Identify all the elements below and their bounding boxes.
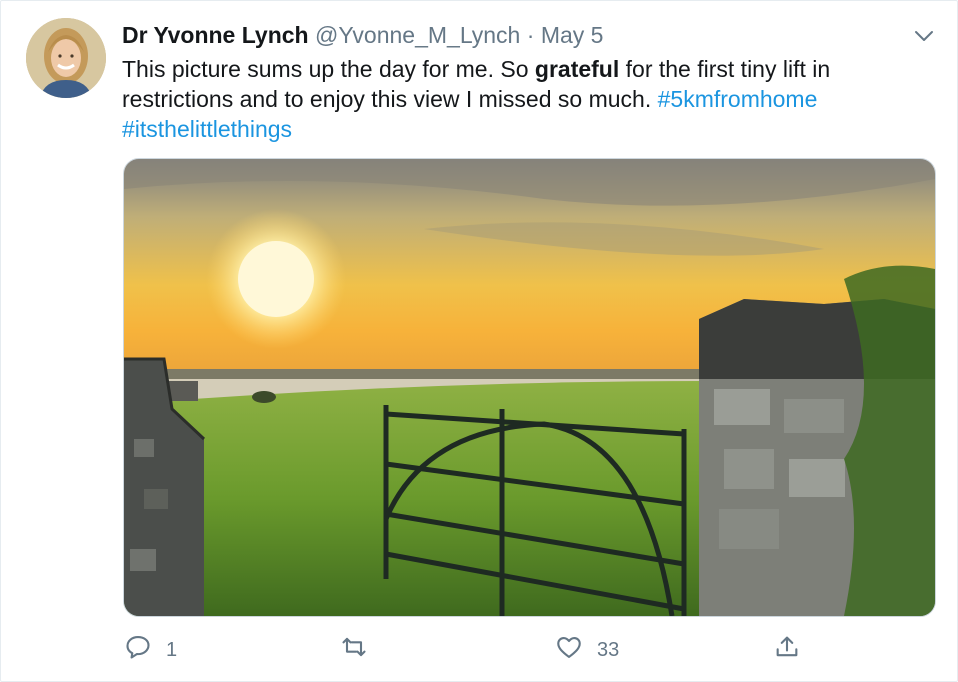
reply-button[interactable]: 1 (124, 630, 177, 670)
retweet-button[interactable] (340, 630, 382, 670)
avatar[interactable] (26, 18, 106, 98)
tweet-actions: 1 33 (0, 630, 958, 670)
heart-icon (555, 633, 583, 667)
tweet-text: This picture sums up the day for me. So … (122, 54, 932, 144)
tweet-date[interactable]: May 5 (541, 22, 604, 48)
tweet-header: Dr Yvonne Lynch @Yvonne_M_Lynch · May 5 (122, 20, 603, 50)
chevron-down-icon[interactable] (912, 24, 936, 48)
tweet-photo[interactable] (123, 158, 936, 617)
tweet-text-bold: grateful (534, 56, 620, 82)
hashtag-link[interactable]: #itsthelittlethings (122, 116, 292, 142)
author-name[interactable]: Dr Yvonne Lynch (122, 22, 309, 48)
like-count: 33 (597, 638, 620, 661)
share-button[interactable] (773, 630, 801, 670)
tweet-text-part: This picture sums up the day for me. So (122, 56, 535, 82)
reply-icon (124, 633, 152, 667)
retweet-icon (340, 633, 368, 667)
separator: · (526, 22, 535, 48)
share-icon (773, 633, 801, 667)
reply-count: 1 (166, 638, 178, 661)
hashtag-link[interactable]: #5kmfromhome (658, 86, 818, 112)
author-handle[interactable]: @Yvonne_M_Lynch (315, 22, 520, 48)
like-button[interactable]: 33 (555, 630, 619, 670)
